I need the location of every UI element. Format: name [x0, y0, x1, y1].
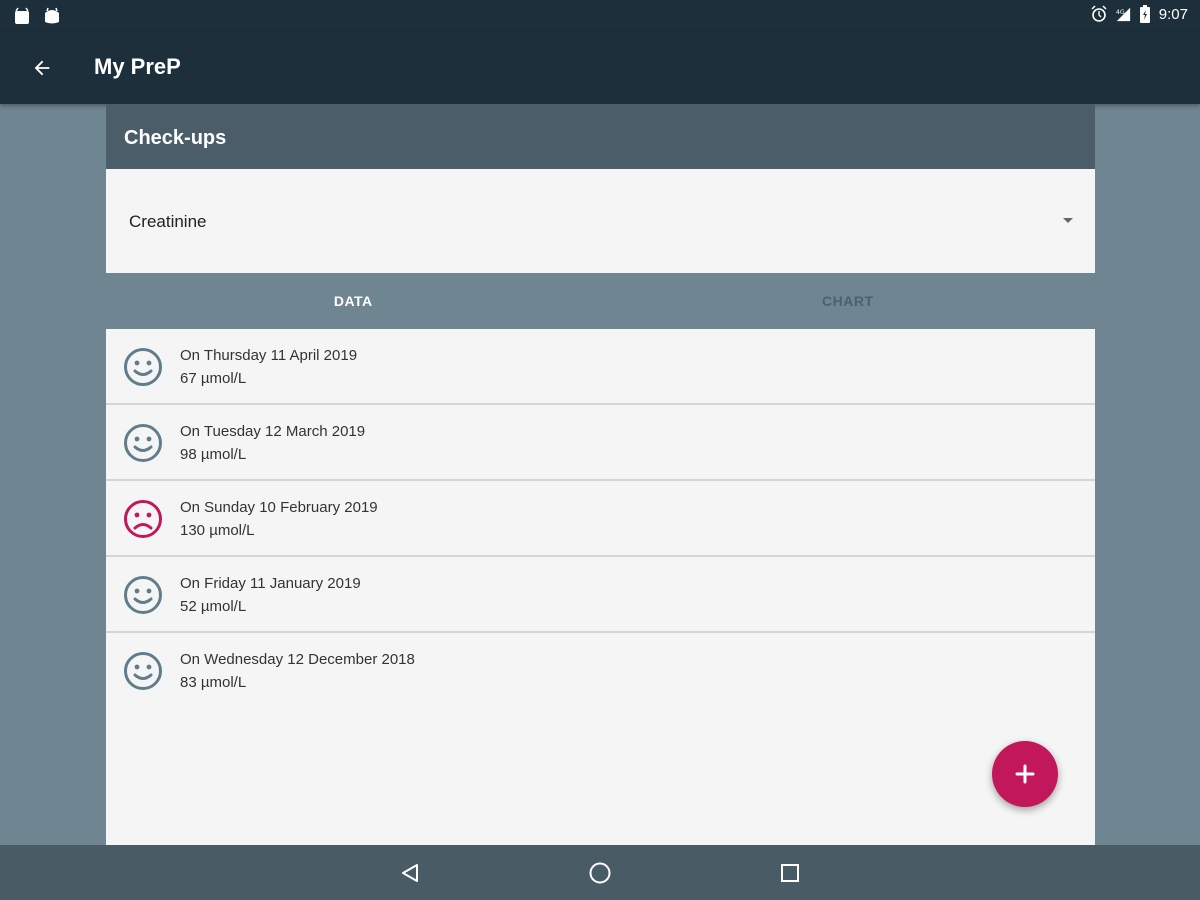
svg-text:4G: 4G — [1116, 9, 1125, 16]
plus-icon — [1015, 764, 1035, 784]
status-right: 4G 9:07 — [1091, 5, 1188, 23]
list-item[interactable]: On Sunday 10 February 2019 130 µmol/L — [106, 481, 1095, 557]
dropdown-arrow-icon — [1063, 218, 1073, 223]
tab-chart[interactable]: CHART — [601, 273, 1096, 329]
battery-icon — [1139, 5, 1150, 23]
entry-date: On Tuesday 12 March 2019 — [180, 423, 366, 440]
android-icon — [15, 7, 29, 24]
entry-date: On Wednesday 12 December 2018 — [180, 651, 415, 668]
signal-icon: 4G — [1116, 7, 1130, 22]
entry-value: 52 µmol/L — [180, 598, 247, 615]
list-item[interactable]: On Thursday 11 April 2019 67 µmol/L — [106, 329, 1095, 405]
tab-bar: DATA CHART — [106, 273, 1095, 329]
app-bar: My PreP — [0, 32, 1200, 104]
system-nav-bar — [0, 845, 1200, 900]
entry-value: 67 µmol/L — [180, 370, 247, 387]
status-bar: 4G 9:07 — [0, 0, 1200, 32]
recents-square-icon — [781, 864, 799, 882]
smile-face-icon — [124, 348, 162, 386]
smile-face-icon — [124, 652, 162, 690]
list-item[interactable]: On Friday 11 January 2019 52 µmol/L — [106, 557, 1095, 633]
alarm-icon — [1091, 5, 1107, 22]
status-left — [14, 7, 60, 25]
back-button[interactable] — [24, 50, 60, 86]
smile-face-icon — [124, 424, 162, 462]
nav-home-button[interactable] — [584, 857, 616, 889]
entry-date: On Thursday 11 April 2019 — [180, 347, 358, 364]
home-circle-icon — [589, 862, 611, 884]
nav-recents-button[interactable] — [774, 857, 806, 889]
sad-face-icon — [124, 500, 162, 538]
list-item[interactable]: On Wednesday 12 December 2018 83 µmol/L — [106, 633, 1095, 709]
arrow-left-icon — [34, 60, 50, 76]
entry-date: On Sunday 10 February 2019 — [180, 499, 378, 516]
status-time: 9:07 — [1158, 5, 1188, 23]
dropdown-selected-value: Creatinine — [129, 212, 207, 231]
android-icon — [45, 7, 59, 24]
checkups-panel: Check-ups Creatinine DATA CHART On Thurs… — [106, 104, 1095, 845]
nav-back-button[interactable] — [394, 857, 426, 889]
entry-value: 83 µmol/L — [180, 674, 247, 691]
entry-date: On Friday 11 January 2019 — [180, 575, 361, 592]
back-triangle-icon — [402, 864, 418, 882]
list-item[interactable]: On Tuesday 12 March 2019 98 µmol/L — [106, 405, 1095, 481]
entry-value: 98 µmol/L — [180, 446, 247, 463]
section-title: Check-ups — [106, 104, 1095, 169]
measure-dropdown[interactable]: Creatinine — [106, 169, 1095, 273]
app-title: My PreP — [94, 54, 181, 79]
checkup-list: On Thursday 11 April 2019 67 µmol/L On T… — [106, 329, 1095, 845]
entry-value: 130 µmol/L — [180, 522, 255, 539]
add-checkup-button[interactable] — [992, 741, 1058, 807]
smile-face-icon — [124, 576, 162, 614]
tab-data[interactable]: DATA — [106, 273, 601, 329]
